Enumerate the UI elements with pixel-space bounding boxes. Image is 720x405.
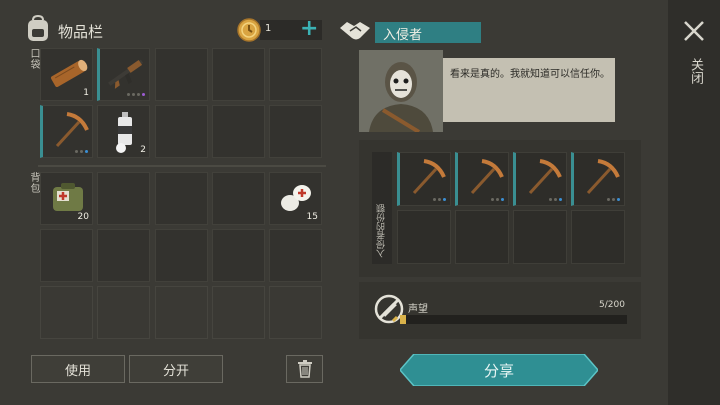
add-coins-button[interactable]: + <box>300 18 318 40</box>
share-slot-empty[interactable] <box>397 210 451 264</box>
pocket-divider <box>38 165 326 167</box>
slot-locked[interactable] <box>212 286 265 339</box>
slot-empty[interactable] <box>155 172 208 225</box>
slot-empty[interactable] <box>97 172 150 225</box>
coin-count: 1 <box>265 23 272 34</box>
slot-empty[interactable] <box>269 105 322 158</box>
spray-can-icon <box>116 112 132 153</box>
slot-locked[interactable] <box>40 286 93 339</box>
pickaxe-icon <box>412 159 446 195</box>
slot-locked[interactable] <box>269 286 322 339</box>
slot-pickaxe[interactable] <box>40 105 93 158</box>
slot-empty[interactable] <box>155 105 208 158</box>
slot-rifle[interactable] <box>97 48 150 101</box>
split-button[interactable]: 分开 <box>129 355 223 383</box>
dialog-text: 看来是真的。我就知道可以信任你。 <box>450 69 610 80</box>
share-slot-empty[interactable] <box>571 210 625 264</box>
coin-icon <box>237 18 261 42</box>
backpack-icon <box>25 15 51 43</box>
reputation-bar <box>400 315 627 324</box>
reputation-label: 声望 <box>408 304 428 315</box>
slot-empty[interactable] <box>212 48 265 101</box>
slot-locked[interactable] <box>155 286 208 339</box>
log-icon <box>51 59 88 87</box>
slot-empty[interactable] <box>212 172 265 225</box>
trash-icon <box>297 360 312 378</box>
slot-log[interactable]: 1 <box>40 48 93 101</box>
rifle-icon <box>108 59 144 89</box>
slot-locked[interactable] <box>97 286 150 339</box>
pickaxe-icon <box>55 112 89 148</box>
share-slot-empty[interactable] <box>513 210 567 264</box>
close-icon[interactable] <box>683 20 705 46</box>
reputation-bar-fill <box>400 315 406 324</box>
slot-empty[interactable] <box>155 48 208 101</box>
trash-button[interactable] <box>286 355 323 383</box>
share-slot-pickaxe[interactable] <box>513 152 567 206</box>
reputation-value: 5/200 <box>599 300 625 310</box>
close-label[interactable]: 关闭 <box>686 58 705 84</box>
inventory-title: 物品栏 <box>58 23 104 41</box>
handshake-icon <box>338 18 372 44</box>
slot-empty[interactable] <box>212 105 265 158</box>
slot-medkit-bag[interactable]: 20 <box>40 172 93 225</box>
pickaxe-quality-dots <box>75 150 88 153</box>
quality-dots <box>433 198 446 201</box>
use-button[interactable]: 使用 <box>31 355 125 383</box>
medical-bag-count: 20 <box>77 212 89 222</box>
pickaxe-icon <box>528 159 562 195</box>
share-button[interactable]: 分享 <box>400 354 598 386</box>
share-section-label: 入侵者的份额 <box>377 204 387 258</box>
pickaxe-icon <box>586 159 620 195</box>
slot-empty[interactable] <box>269 48 322 101</box>
slot-spray-paint[interactable]: 2 <box>97 105 150 158</box>
slot-bandage[interactable]: 15 <box>269 172 322 225</box>
slot-empty[interactable] <box>269 229 322 282</box>
slot-empty[interactable] <box>155 229 208 282</box>
quality-dots <box>607 198 620 201</box>
pickaxe-icon <box>470 159 504 195</box>
backpack-label: 背包 <box>28 172 39 194</box>
npc-portrait <box>359 50 443 132</box>
slot-empty[interactable] <box>97 229 150 282</box>
quality-dots <box>491 198 504 201</box>
pocket-label: 口袋 <box>28 48 39 70</box>
bandage-count: 15 <box>306 212 318 222</box>
share-slot-pickaxe[interactable] <box>397 152 451 206</box>
share-slot-pickaxe[interactable] <box>455 152 509 206</box>
quality-dots <box>549 198 562 201</box>
log-count: 1 <box>83 88 89 98</box>
slot-empty[interactable] <box>212 229 265 282</box>
share-slot-empty[interactable] <box>455 210 509 264</box>
npc-name: 入侵者 <box>383 28 423 43</box>
share-slot-pickaxe[interactable] <box>571 152 625 206</box>
spray-count: 2 <box>140 145 146 155</box>
rifle-quality-dots <box>127 93 145 96</box>
slot-empty[interactable] <box>40 229 93 282</box>
